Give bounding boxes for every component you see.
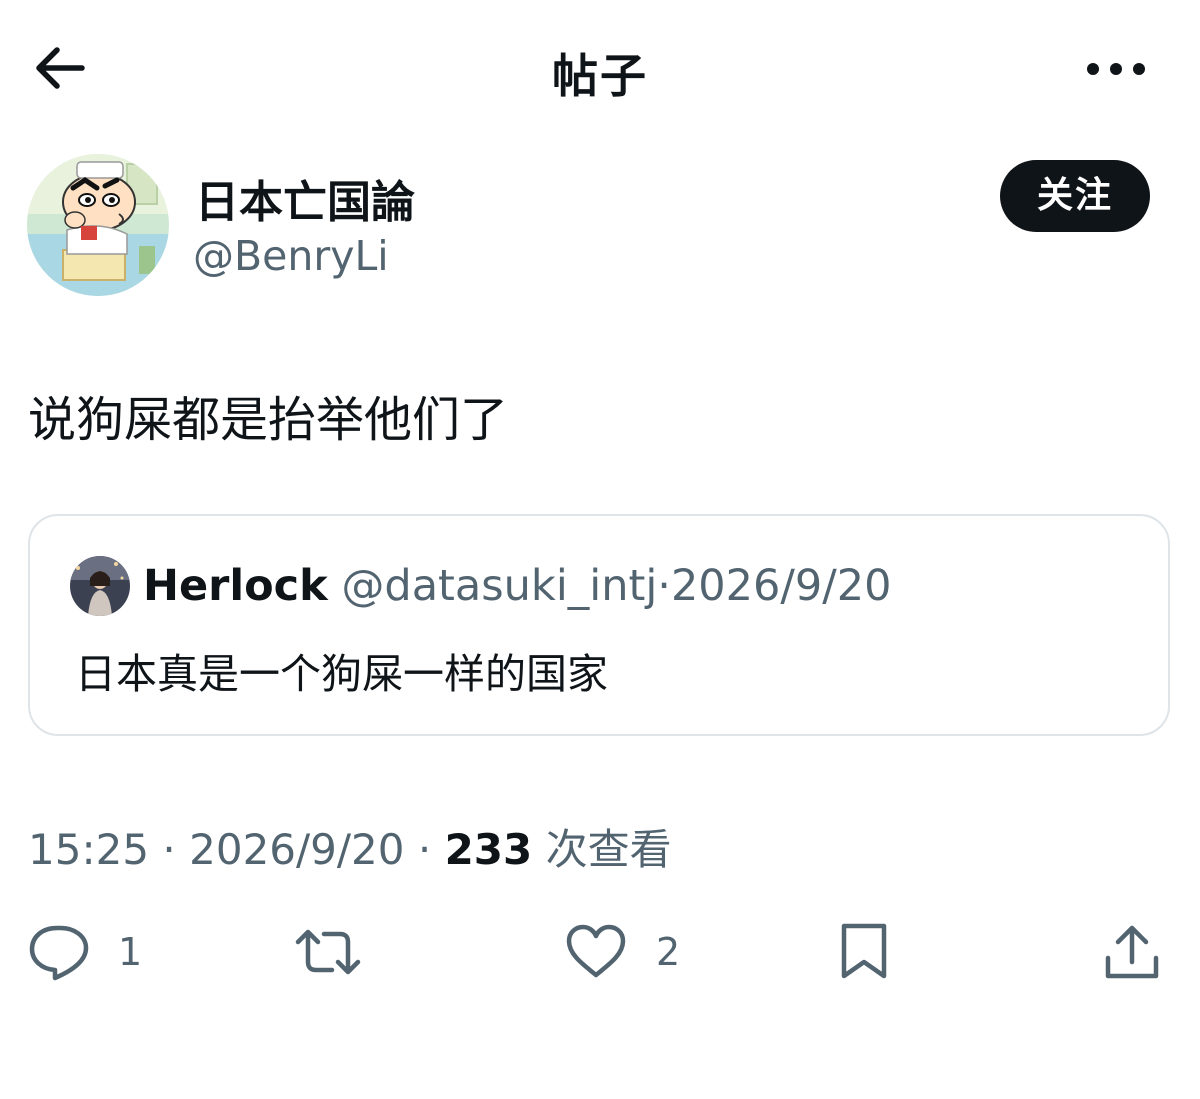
bookmark-button[interactable] <box>836 920 892 984</box>
share-button[interactable] <box>1102 920 1162 984</box>
meta-separator: · <box>417 825 432 874</box>
views-count: 233 <box>444 825 533 874</box>
photo-avatar <box>70 556 130 616</box>
quote-text: 日本真是一个狗屎一样的国家 <box>75 650 608 698</box>
quote-date: 2026/9/20 <box>670 561 892 611</box>
share-icon <box>1105 925 1159 979</box>
quote-avatar <box>70 556 130 616</box>
like-count: 2 <box>656 930 681 974</box>
follow-button[interactable]: 关注 <box>1000 160 1150 232</box>
more-horizontal-icon <box>1087 63 1145 75</box>
bookmark-icon <box>841 923 887 979</box>
views-label: 次查看 <box>545 825 672 874</box>
cartoon-avatar <box>27 154 169 296</box>
reply-button[interactable]: 1 <box>28 920 142 984</box>
author-avatar[interactable] <box>27 154 169 296</box>
quote-header: Herlock @datasuki_intj·2026/9/20 <box>143 556 891 616</box>
author-display-name[interactable]: 日本亡国論 <box>195 166 415 230</box>
top-bar: 帖子 <box>0 0 1200 140</box>
post-time: 15:25 <box>28 825 150 874</box>
more-options-button[interactable] <box>1084 56 1148 82</box>
retweet-icon <box>295 929 361 975</box>
reply-count: 1 <box>118 930 143 974</box>
post-meta: 15:25 · 2026/9/20 · 233 次查看 <box>28 816 672 877</box>
post-text: 说狗屎都是抬举他们了 <box>28 392 509 448</box>
reply-icon <box>29 925 89 981</box>
meta-separator: · <box>162 825 176 874</box>
heart-icon <box>566 924 626 978</box>
quote-separator: · <box>657 561 671 611</box>
post-date: 2026/9/20 <box>189 825 405 874</box>
page-title: 帖子 <box>552 49 648 103</box>
like-button[interactable]: 2 <box>564 920 680 984</box>
quote-author-handle: @datasuki_intj <box>341 561 658 611</box>
retweet-button[interactable] <box>292 920 364 984</box>
author-handle[interactable]: @BenryLi <box>193 232 389 280</box>
quote-author-name: Herlock <box>143 561 328 611</box>
quoted-post[interactable]: Herlock @datasuki_intj·2026/9/20 日本真是一个狗… <box>28 514 1170 736</box>
